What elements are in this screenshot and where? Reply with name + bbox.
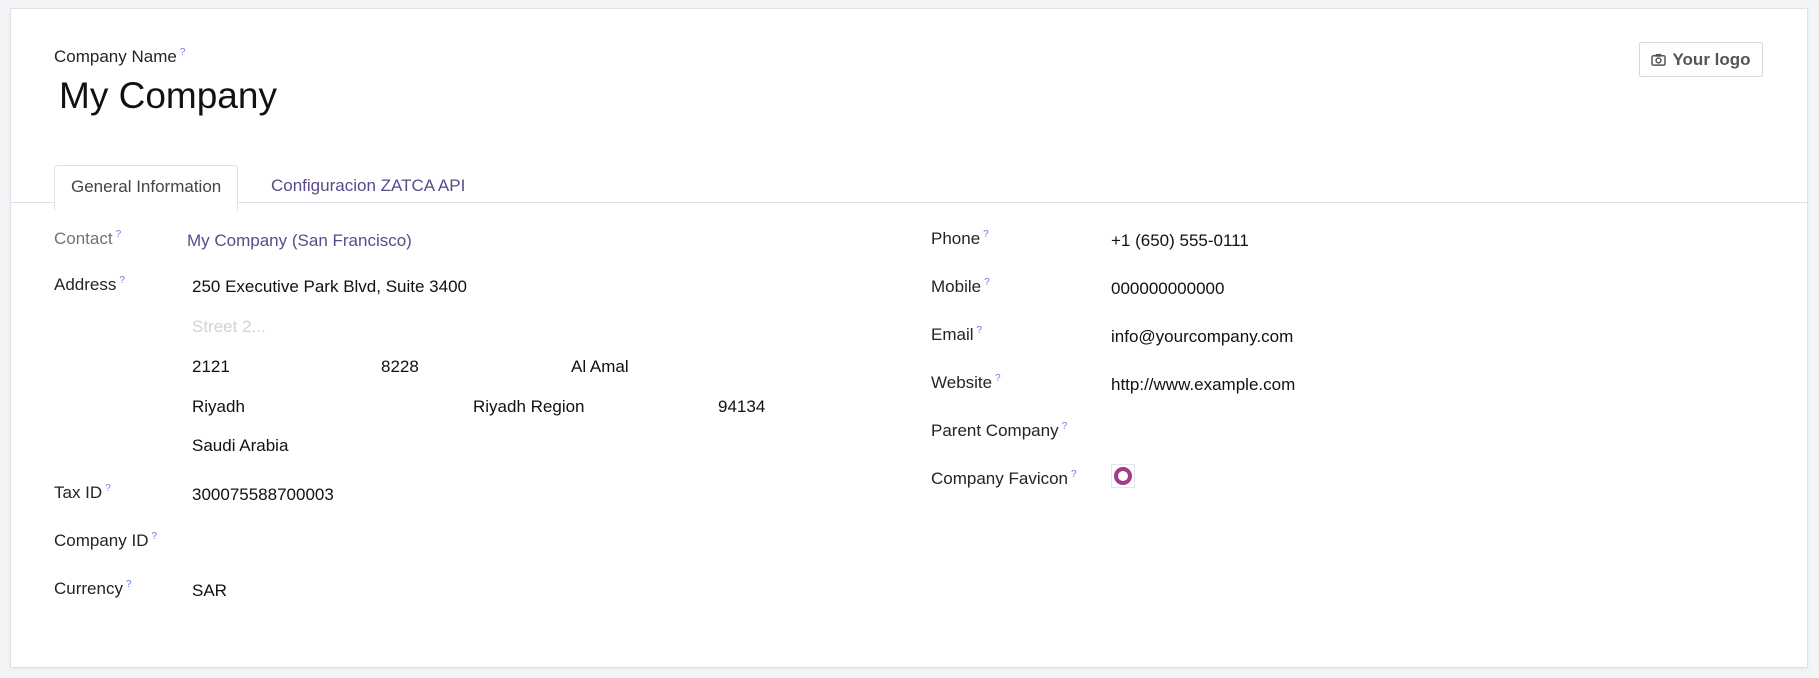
taxid-label: Tax ID? — [54, 483, 111, 502]
phone-field[interactable]: +1 (650) 555-0111 — [1111, 231, 1249, 251]
help-icon[interactable]: ? — [977, 325, 983, 336]
website-field[interactable]: http://www.example.com — [1111, 375, 1295, 395]
help-icon[interactable]: ? — [126, 579, 132, 590]
help-icon[interactable]: ? — [995, 373, 1001, 384]
favicon-image[interactable] — [1111, 464, 1135, 488]
district-field[interactable]: Al Amal — [571, 357, 629, 377]
additional-number-field[interactable]: 8228 — [381, 357, 419, 377]
favicon-label: Company Favicon? — [931, 469, 1077, 488]
favicon-ring-icon — [1114, 467, 1132, 485]
tab-general-information[interactable]: General Information — [54, 165, 239, 211]
logo-button-label: Your logo — [1672, 49, 1751, 69]
street2-field[interactable]: Street 2... — [192, 317, 266, 337]
company-name-label: Company Name? — [54, 47, 186, 66]
currency-label: Currency? — [54, 579, 132, 598]
form-tabs: General Information Configuracion ZATCA … — [11, 157, 1807, 211]
help-icon[interactable]: ? — [1071, 469, 1077, 480]
camera-icon — [1651, 53, 1667, 66]
building-number-field[interactable]: 2121 — [192, 357, 230, 377]
help-icon[interactable]: ? — [119, 275, 125, 286]
help-icon[interactable]: ? — [180, 47, 186, 58]
help-icon[interactable]: ? — [984, 277, 990, 288]
country-field[interactable]: Saudi Arabia — [192, 436, 288, 456]
state-field[interactable]: Riyadh Region — [473, 397, 585, 417]
company-form-sheet: Company Name? My Company Your logo Gener… — [10, 8, 1808, 668]
mobile-field[interactable]: 000000000000 — [1111, 279, 1224, 299]
address-label: Address? — [54, 275, 125, 294]
website-label: Website? — [931, 373, 1001, 392]
parent-company-label: Parent Company? — [931, 421, 1068, 440]
phone-label: Phone? — [931, 229, 989, 248]
city-field[interactable]: Riyadh — [192, 397, 245, 417]
zip-field[interactable]: 94134 — [718, 397, 765, 417]
email-field[interactable]: info@yourcompany.com — [1111, 327, 1293, 347]
mobile-label: Mobile? — [931, 277, 990, 296]
companyid-field[interactable] — [192, 533, 492, 553]
logo-upload-button[interactable]: Your logo — [1639, 42, 1763, 77]
parent-company-field[interactable] — [1111, 423, 1411, 443]
tab-zatca-api[interactable]: Configuracion ZATCA API — [255, 165, 481, 211]
help-icon[interactable]: ? — [151, 531, 157, 542]
email-label: Email? — [931, 325, 983, 344]
companyid-label: Company ID? — [54, 531, 158, 550]
company-name-field[interactable]: My Company — [59, 75, 277, 117]
help-icon[interactable]: ? — [116, 229, 122, 240]
help-icon[interactable]: ? — [1062, 421, 1068, 432]
currency-field[interactable]: SAR — [192, 581, 227, 601]
street-field[interactable]: 250 Executive Park Blvd, Suite 3400 — [192, 277, 467, 297]
help-icon[interactable]: ? — [983, 229, 989, 240]
taxid-field[interactable]: 300075588700003 — [192, 485, 334, 505]
help-icon[interactable]: ? — [105, 483, 111, 494]
contact-link[interactable]: My Company (San Francisco) — [187, 231, 412, 251]
contact-label: Contact? — [54, 229, 122, 248]
